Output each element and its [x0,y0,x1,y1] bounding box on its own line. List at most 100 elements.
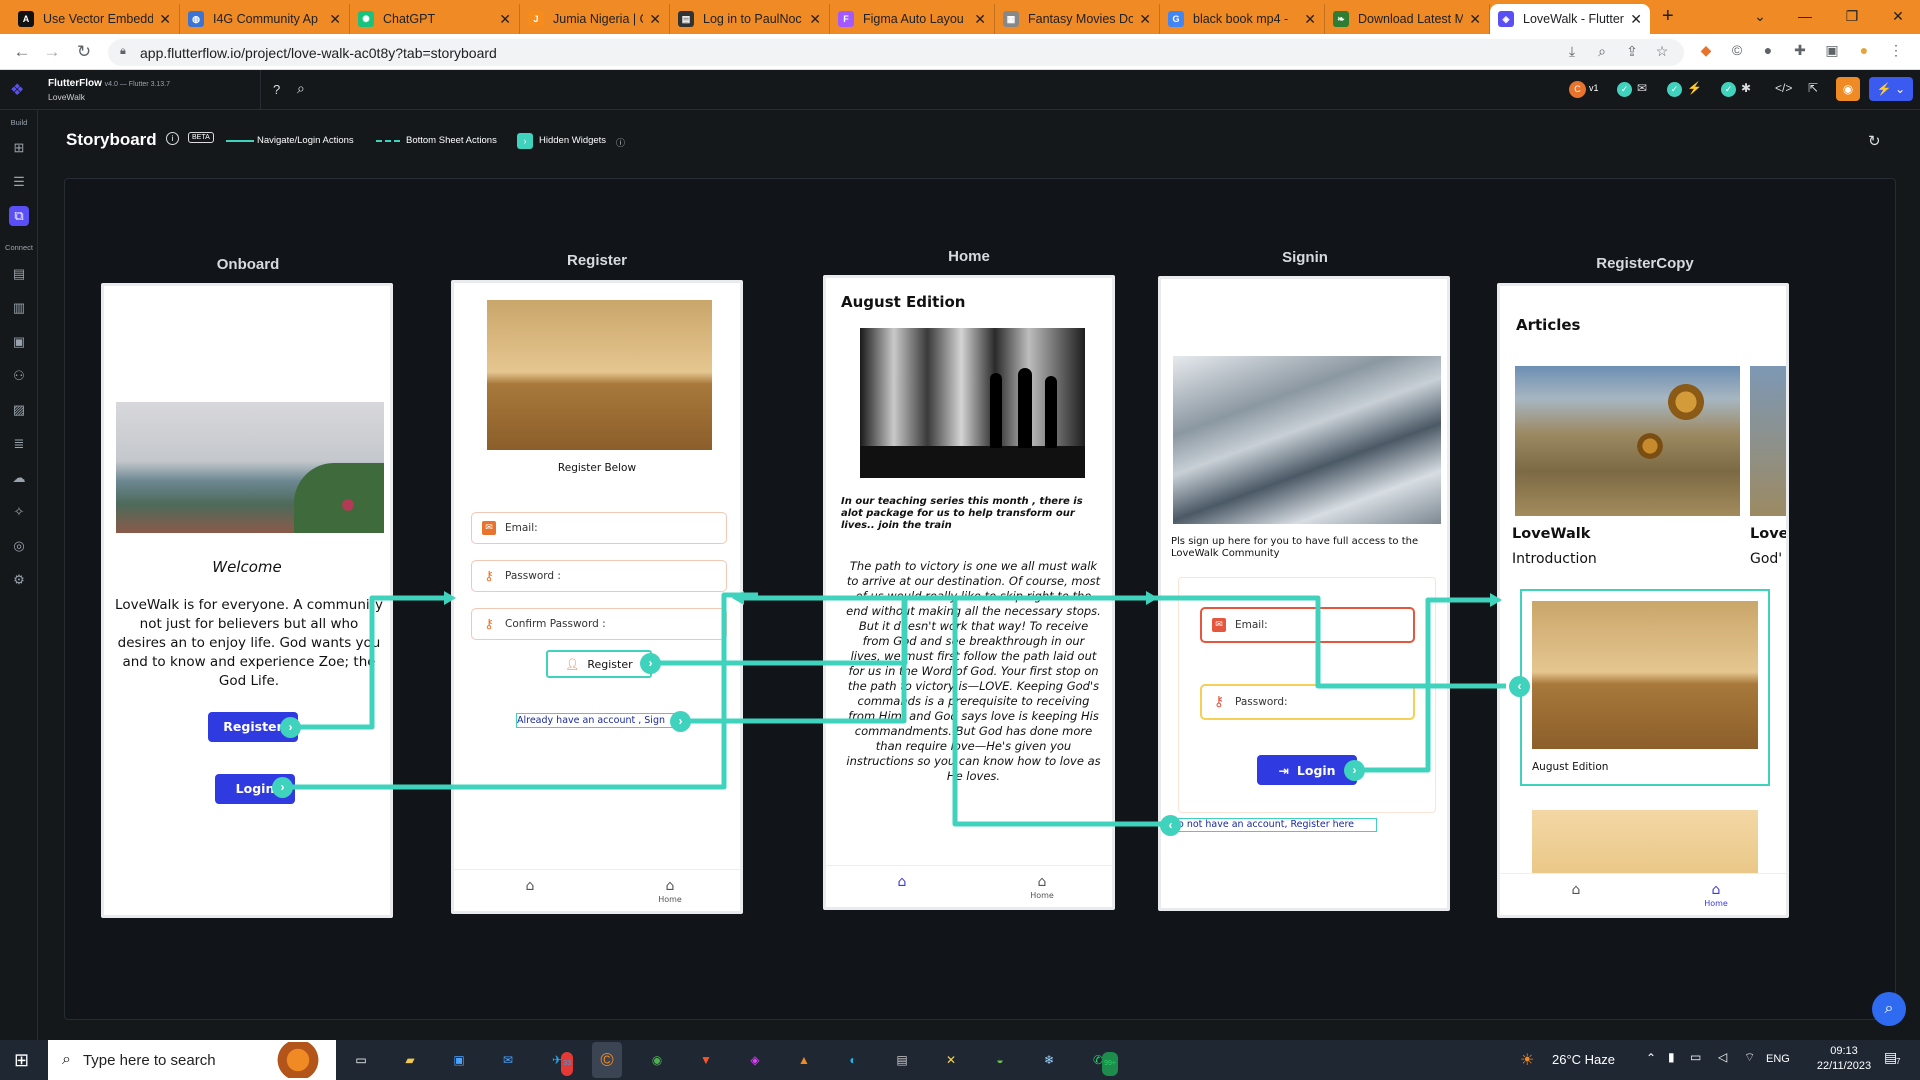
preview-eye-icon[interactable]: ◉ [1836,77,1860,101]
signin-link[interactable]: Already have an account , Sign [516,713,674,728]
data-types-icon[interactable]: ▥ [9,298,29,318]
integrations-icon[interactable]: ◎ [9,536,29,556]
browser-tab[interactable]: A Use Vector Embedd ✕ [10,4,180,34]
storyboard-icon[interactable]: ⧉ [9,206,29,226]
widget-palette-icon[interactable]: ⊞ [9,138,29,158]
app-icon[interactable]: ✕ [939,1048,963,1072]
action-connector-icon[interactable]: › [272,777,293,798]
help-chat-button[interactable]: ⌕ [1872,992,1906,1026]
version-badge[interactable]: v1 [1589,83,1599,93]
menu-kebab-icon[interactable]: ⋮ [1886,42,1906,62]
browser-tab[interactable]: ◍ I4G Community Ap ✕ [180,4,350,34]
screen-signin[interactable]: Pls sign up here for you to have full ac… [1158,276,1450,911]
bookmark-star-icon[interactable]: ☆ [1652,43,1672,63]
forward-icon[interactable]: → [40,40,64,64]
settings-gear-icon[interactable]: ⚙ [9,570,29,590]
chrome-icon[interactable]: ◉ [645,1048,669,1072]
app-icon[interactable]: ▤ [890,1048,914,1072]
close-icon[interactable]: ✕ [1469,11,1481,28]
extension-dark-icon[interactable]: ● [1758,42,1778,62]
action-connector-icon[interactable]: ‹ [1160,815,1181,836]
password-field[interactable]: ⚷ Password : [471,560,727,592]
file-explorer-icon[interactable]: ▰ [398,1048,422,1072]
whatsapp-icon[interactable]: ✆ 99+ [1086,1048,1118,1076]
restore-icon[interactable]: ❐ [1832,4,1872,28]
new-tab-button[interactable]: + [1662,5,1674,28]
browser-tab-active[interactable]: ◈ LoveWalk - Flutterl ✕ [1490,4,1650,34]
comments-icon[interactable]: ✉ [1637,81,1647,95]
browser-tab[interactable]: JJumia Nigeria | On✕ [520,4,670,34]
lightning-icon[interactable]: ⚡ [1687,81,1702,95]
app-icon[interactable]: ❄ [1037,1048,1061,1072]
share-icon[interactable]: ⇪ [1622,43,1642,63]
ai-agents-icon[interactable]: ✧ [9,502,29,522]
close-icon[interactable]: ✕ [1139,11,1151,28]
screen-onboard[interactable]: Welcome LoveWalk is for everyone. A comm… [101,283,393,918]
browser-tab[interactable]: ▦ Fantasy Movies Do ✕ [995,4,1160,34]
network-icon[interactable]: ▮ [1668,1050,1675,1064]
edge-icon[interactable]: ◐ [841,1048,865,1072]
media-assets-icon[interactable]: ▨ [9,400,29,420]
app-icon[interactable]: ◒ [988,1048,1012,1072]
browser-tab[interactable]: F Figma Auto Layou ✕ [830,4,995,34]
nav-home-tab[interactable]: ⌂ Home [650,878,690,904]
reload-icon[interactable]: ↻ [72,40,96,64]
taskbar-search[interactable]: ⌕ Type here to search [48,1040,336,1080]
action-connector-icon[interactable]: › [280,717,301,738]
widget-tree-icon[interactable]: ☰ [9,172,29,192]
email-field[interactable]: ✉ Email: [471,512,727,544]
screen-registercopy[interactable]: Articles LoveWalk Introduction Love God'… [1497,283,1789,918]
extension-c-icon[interactable]: © [1727,42,1747,62]
install-icon[interactable]: ⤓ [1562,43,1582,63]
nav-home-icon[interactable]: ⌂ [510,878,550,894]
version-avatar-icon[interactable]: C [1569,81,1586,98]
nav-home-icon[interactable]: ⌂ [1556,882,1596,898]
close-icon[interactable]: ✕ [159,11,171,28]
weather-text[interactable]: 26°C Haze [1552,1052,1615,1067]
close-icon[interactable]: ✕ [329,11,341,28]
info-icon[interactable]: ⓘ [616,136,625,149]
app-state-icon[interactable]: ▣ [9,332,29,352]
api-calls-icon[interactable]: ⚇ [9,366,29,386]
zoom-icon[interactable]: ⌕ [1592,43,1612,63]
action-connector-icon[interactable]: › [640,653,661,674]
nav-home-tab[interactable]: ⌂ Home [1696,882,1736,908]
language-indicator[interactable]: ENG [1766,1053,1790,1065]
metamask-icon[interactable]: ◆ [1696,42,1716,62]
firestore-icon[interactable]: ▤ [9,264,29,284]
action-connector-icon[interactable]: › [670,711,691,732]
extensions-puzzle-icon[interactable]: ✚ [1790,42,1810,62]
close-icon[interactable]: ✕ [499,11,511,28]
hidden-widgets-toggle-icon[interactable]: › [517,133,533,149]
login-button[interactable]: ⇥ Login [1257,755,1357,785]
vlc-icon[interactable]: ▲ [792,1048,816,1072]
volume-icon[interactable]: ◁ [1718,1050,1727,1064]
close-icon[interactable]: ✕ [1304,11,1316,28]
avatar[interactable]: ● [1854,42,1874,62]
nav-home-icon[interactable]: ⌂ [882,874,922,890]
store-icon[interactable]: ▣ [447,1048,471,1072]
browser-tab[interactable]: ▤ Log in to PaulNoc ✕ [670,4,830,34]
search-icon[interactable]: ⌕ [297,80,305,97]
browser-tab[interactable]: ❧ Download Latest M ✕ [1325,4,1490,34]
minimize-icon[interactable]: — [1785,4,1825,28]
back-icon[interactable]: ← [10,40,34,64]
action-connector-icon[interactable]: ‹ [1509,676,1530,697]
mail-icon[interactable]: ✉ [496,1048,520,1072]
refresh-icon[interactable]: ↻ [1868,132,1881,150]
close-icon[interactable]: ✕ [649,11,661,28]
custom-code-icon[interactable]: ≣ [9,434,29,454]
screen-register[interactable]: Register Below ✉ Email: ⚷ Password : ⚷ Conf… [451,280,743,914]
clock[interactable]: 09:13 22/11/2023 [1814,1044,1874,1074]
close-icon[interactable]: ✕ [1630,11,1642,28]
confirm-password-field[interactable]: ⚷ Confirm Password : [471,608,727,640]
sidepanel-icon[interactable]: ▣ [1822,42,1842,62]
tab-search-icon[interactable]: ⌄ [1740,4,1780,28]
code-icon[interactable]: </> [1775,81,1792,95]
url-input[interactable]: 🔒︎ app.flutterflow.io/project/love-walk-… [108,39,1684,66]
window-close-icon[interactable]: ✕ [1878,4,1918,28]
nav-home-tab[interactable]: ⌂ Home [1022,874,1062,900]
chrome-canary-icon[interactable]: © [592,1042,622,1078]
help-icon[interactable]: ? [273,82,280,97]
close-icon[interactable]: ✕ [974,11,986,28]
